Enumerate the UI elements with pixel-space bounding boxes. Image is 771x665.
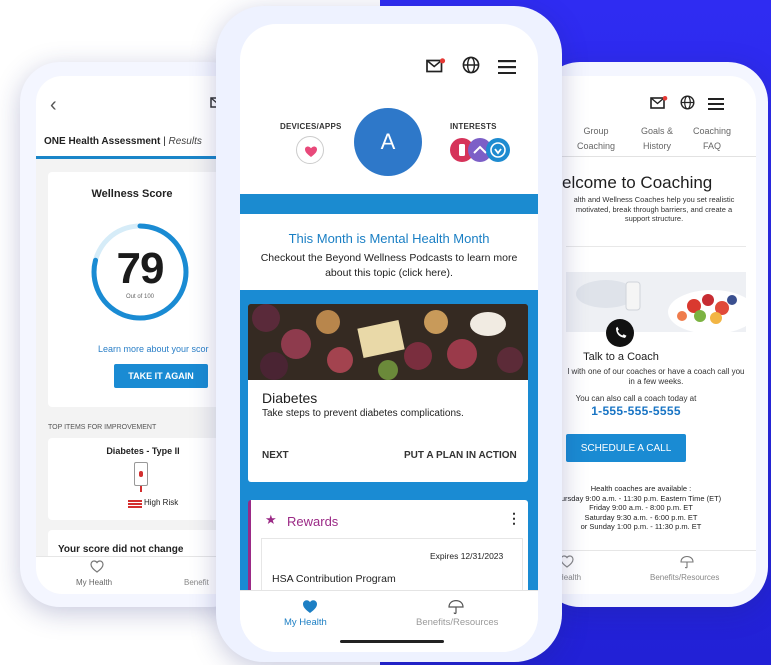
hamburger-menu-icon[interactable] bbox=[498, 60, 516, 74]
top-items-heading: TOP ITEMS FOR IMPROVEMENT bbox=[48, 424, 157, 431]
glucose-strip-icon bbox=[140, 486, 142, 492]
heart-icon bbox=[305, 146, 317, 157]
back-chevron-icon[interactable]: ‹ bbox=[50, 94, 57, 117]
blue-header-band bbox=[240, 194, 538, 214]
next-button[interactable]: NEXT bbox=[262, 450, 289, 461]
phone-my-health: DEVICES/APPS A INTERESTS This Month is M… bbox=[216, 6, 562, 662]
diabetes-card-title: Diabetes bbox=[262, 390, 318, 406]
talk-to-coach-description: l with one of our coaches or have a coac… bbox=[567, 367, 745, 386]
heart-filled-icon[interactable] bbox=[302, 599, 318, 614]
umbrella-icon[interactable] bbox=[680, 555, 694, 569]
rewards-title: Rewards bbox=[287, 514, 339, 529]
devices-apps-label: DEVICES/APPS bbox=[280, 122, 342, 131]
interests-label: INTERESTS bbox=[450, 122, 497, 131]
mail-icon[interactable] bbox=[426, 58, 446, 73]
section-divider bbox=[566, 246, 746, 247]
tabs-divider bbox=[540, 156, 756, 157]
take-it-again-button[interactable]: TAKE IT AGAIN bbox=[114, 364, 208, 388]
mental-health-month-description[interactable]: Checkout the Beyond Wellness Podcasts to… bbox=[258, 251, 520, 281]
my-health-screen: DEVICES/APPS A INTERESTS This Month is M… bbox=[240, 24, 538, 652]
globe-icon[interactable] bbox=[680, 95, 695, 110]
coach-phone-number[interactable]: 1-555-555-5555 bbox=[566, 404, 706, 418]
healthy-food-image bbox=[566, 272, 746, 332]
coach-hours: Health coaches are available : ursday 9:… bbox=[560, 484, 722, 531]
coaching-description: alth and Wellness Coaches help you set r… bbox=[573, 195, 735, 223]
tab-goals-history[interactable]: Goals & History bbox=[632, 124, 682, 154]
mental-health-month-banner[interactable]: This Month is Mental Health Month Checko… bbox=[240, 214, 538, 290]
nav-benefits[interactable]: Benefit bbox=[184, 578, 209, 587]
reward-program-name: HSA Contribution Program bbox=[272, 573, 396, 585]
call-today-text: You can also call a coach today at bbox=[575, 394, 697, 403]
coaching-screen: Group Coaching Goals & History Coaching FAQ… bbox=[540, 76, 756, 594]
wellness-score-value: 79 bbox=[116, 244, 165, 293]
interest-nutrition-icon[interactable] bbox=[486, 138, 510, 162]
put-plan-in-action-button[interactable]: PUT A PLAN IN ACTION bbox=[404, 450, 517, 461]
more-options-icon[interactable]: ⋮ bbox=[507, 510, 521, 527]
globe-icon[interactable] bbox=[462, 56, 480, 74]
score-change-text: Your score did not change bbox=[58, 544, 184, 555]
phone-call-icon[interactable] bbox=[606, 319, 634, 347]
talk-to-coach-title: Talk to a Coach bbox=[583, 351, 659, 363]
tab-group-coaching[interactable]: Group Coaching bbox=[570, 124, 622, 154]
diabetes-risk-title: Diabetes - Type II bbox=[106, 446, 180, 456]
tab-coaching-faq[interactable]: Coaching FAQ bbox=[686, 124, 738, 154]
diabetes-card-description: Take steps to prevent diabetes complicat… bbox=[262, 408, 464, 419]
learn-more-link[interactable]: Learn more about your scor bbox=[98, 344, 209, 354]
risk-level-icon bbox=[128, 500, 142, 509]
assessment-title: ONE Health Assessment | Results bbox=[44, 136, 202, 147]
nav-benefits-resources[interactable]: Benefits/Resources bbox=[416, 617, 498, 628]
rewards-card[interactable]: ★ Rewards ⋮ Expires 12/31/2023 HSA Contr… bbox=[248, 500, 528, 600]
nav-my-health[interactable]: My Health bbox=[284, 617, 327, 628]
food-platter-image bbox=[248, 304, 528, 380]
schedule-call-button[interactable]: SCHEDULE A CALL bbox=[566, 434, 686, 462]
diabetes-card[interactable]: Diabetes Take steps to prevent diabetes … bbox=[248, 304, 528, 482]
devices-apps-button[interactable] bbox=[296, 136, 324, 164]
coaching-title: elcome to Coaching bbox=[562, 173, 713, 192]
umbrella-icon[interactable] bbox=[448, 599, 464, 615]
heart-outline-icon[interactable] bbox=[90, 560, 104, 573]
bottom-navigation: Health Benefits/Resources bbox=[540, 550, 756, 594]
reward-expiry: Expires 12/31/2023 bbox=[430, 551, 504, 561]
mental-health-month-title: This Month is Mental Health Month bbox=[288, 231, 490, 246]
nav-my-health[interactable]: My Health bbox=[76, 578, 112, 587]
nav-benefits-resources[interactable]: Benefits/Resources bbox=[650, 573, 719, 582]
phone-coaching: Group Coaching Goals & History Coaching FAQ… bbox=[540, 62, 768, 607]
heart-outline-icon[interactable] bbox=[560, 555, 574, 568]
mail-icon[interactable] bbox=[650, 96, 668, 109]
star-icon: ★ bbox=[265, 512, 277, 527]
wellness-score-title: Wellness Score bbox=[91, 188, 173, 200]
glucose-meter-icon bbox=[134, 462, 148, 486]
risk-label: High Risk bbox=[144, 498, 179, 507]
score-out-of: Out of 100 bbox=[125, 294, 155, 300]
hamburger-menu-icon[interactable] bbox=[708, 98, 724, 110]
home-indicator bbox=[340, 640, 444, 643]
avatar[interactable]: A bbox=[354, 108, 422, 176]
